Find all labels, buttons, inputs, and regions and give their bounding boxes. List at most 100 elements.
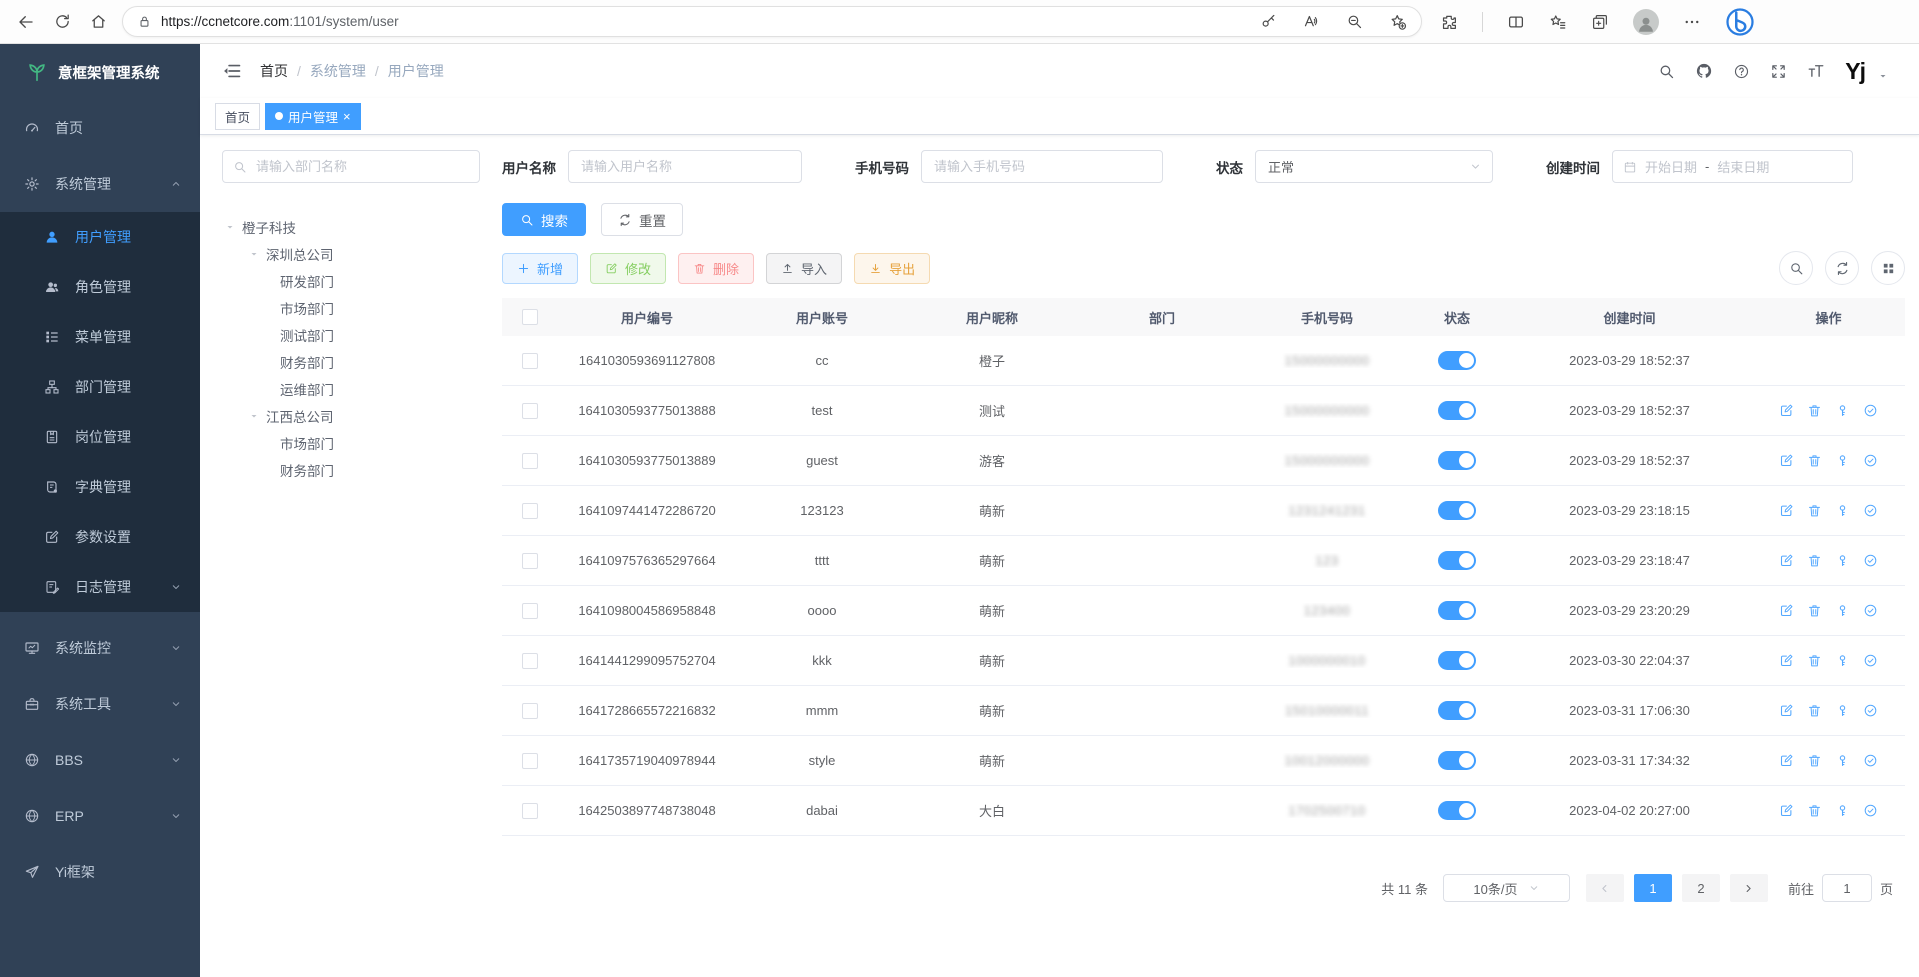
status-toggle[interactable] <box>1438 651 1476 670</box>
user-avatar[interactable]: Yj <box>1845 60 1865 83</box>
row-edit-icon[interactable] <box>1779 703 1794 718</box>
sidebar-item-home[interactable]: 首页 <box>0 100 200 156</box>
goto-page-input[interactable] <box>1822 874 1872 902</box>
select-all-checkbox[interactable] <box>522 309 538 325</box>
sidebar-item-param-settings[interactable]: 参数设置 <box>0 512 200 562</box>
username-input[interactable] <box>579 158 791 175</box>
row-assign-role-icon[interactable] <box>1863 553 1878 568</box>
browser-back-button[interactable] <box>8 5 44 39</box>
tree-node[interactable]: 财务部门 <box>222 456 480 483</box>
row-checkbox[interactable] <box>522 453 538 469</box>
sidebar-item-dept-management[interactable]: 部门管理 <box>0 362 200 412</box>
breadcrumb-home[interactable]: 首页 <box>260 61 288 81</box>
sidebar-item-dict-management[interactable]: 字典管理 <box>0 462 200 512</box>
font-size-icon[interactable] <box>1807 62 1825 80</box>
status-select[interactable]: 正常 <box>1255 150 1493 183</box>
row-reset-password-icon[interactable] <box>1835 753 1850 768</box>
delete-button[interactable]: 删除 <box>678 253 754 284</box>
row-reset-password-icon[interactable] <box>1835 603 1850 618</box>
tree-expand-icon[interactable] <box>248 248 260 260</box>
address-bar[interactable]: https://ccnetcore.com:1101/system/user <box>122 6 1422 37</box>
help-icon[interactable] <box>1733 63 1750 80</box>
tag-user-management[interactable]: 用户管理 × <box>265 103 361 130</box>
row-checkbox[interactable] <box>522 753 538 769</box>
row-checkbox[interactable] <box>522 603 538 619</box>
row-delete-icon[interactable] <box>1807 453 1822 468</box>
read-aloud-icon[interactable] <box>1303 13 1320 30</box>
row-delete-icon[interactable] <box>1807 703 1822 718</box>
tag-home[interactable]: 首页 <box>215 103 260 130</box>
row-delete-icon[interactable] <box>1807 403 1822 418</box>
collections-icon[interactable] <box>1591 13 1609 31</box>
row-edit-icon[interactable] <box>1779 403 1794 418</box>
sidebar-item-system-monitor[interactable]: 系统监控 <box>0 620 200 676</box>
next-page-button[interactable] <box>1730 874 1768 902</box>
sidebar-item-log-management[interactable]: 日志管理 <box>0 562 200 612</box>
column-settings-button[interactable] <box>1871 251 1905 285</box>
fullscreen-icon[interactable] <box>1770 63 1787 80</box>
row-reset-password-icon[interactable] <box>1835 803 1850 818</box>
sidebar-item-system-tools[interactable]: 系统工具 <box>0 676 200 732</box>
row-delete-icon[interactable] <box>1807 653 1822 668</box>
row-edit-icon[interactable] <box>1779 753 1794 768</box>
row-edit-icon[interactable] <box>1779 653 1794 668</box>
tree-node[interactable]: 财务部门 <box>222 348 480 375</box>
add-favorite-icon[interactable] <box>1389 13 1407 31</box>
password-icon[interactable] <box>1260 13 1277 30</box>
row-delete-icon[interactable] <box>1807 753 1822 768</box>
row-edit-icon[interactable] <box>1779 803 1794 818</box>
row-delete-icon[interactable] <box>1807 803 1822 818</box>
sidebar-item-system-management[interactable]: 系统管理 <box>0 156 200 212</box>
page-size-select[interactable]: 10条/页 <box>1443 874 1570 902</box>
sidebar-item-erp[interactable]: ERP <box>0 788 200 844</box>
favorites-icon[interactable] <box>1549 13 1567 31</box>
row-delete-icon[interactable] <box>1807 553 1822 568</box>
app-logo[interactable]: 意框架管理系统 <box>0 44 200 100</box>
split-screen-icon[interactable] <box>1507 13 1525 31</box>
tree-node[interactable]: 江西总公司 <box>222 402 480 429</box>
row-assign-role-icon[interactable] <box>1863 703 1878 718</box>
row-edit-icon[interactable] <box>1779 603 1794 618</box>
refresh-table-button[interactable] <box>1825 251 1859 285</box>
dept-search-input[interactable] <box>254 158 469 175</box>
import-button[interactable]: 导入 <box>766 253 842 284</box>
page-button-1[interactable]: 1 <box>1634 874 1672 902</box>
tree-node[interactable]: 测试部门 <box>222 321 480 348</box>
row-assign-role-icon[interactable] <box>1863 753 1878 768</box>
browser-menu-icon[interactable] <box>1683 13 1701 31</box>
search-button[interactable]: 搜索 <box>502 203 586 236</box>
github-icon[interactable] <box>1695 62 1713 80</box>
sidebar-item-bbs[interactable]: BBS <box>0 732 200 788</box>
row-assign-role-icon[interactable] <box>1863 803 1878 818</box>
tree-expand-icon[interactable] <box>224 221 236 233</box>
status-toggle[interactable] <box>1438 501 1476 520</box>
zoom-out-icon[interactable] <box>1346 13 1363 30</box>
row-reset-password-icon[interactable] <box>1835 403 1850 418</box>
row-checkbox[interactable] <box>522 653 538 669</box>
reset-button[interactable]: 重置 <box>601 203 683 236</box>
tree-node[interactable]: 橙子科技 <box>222 213 480 240</box>
row-assign-role-icon[interactable] <box>1863 453 1878 468</box>
add-button[interactable]: 新增 <box>502 253 578 284</box>
tree-node[interactable]: 研发部门 <box>222 267 480 294</box>
sidebar-item-post-management[interactable]: 岗位管理 <box>0 412 200 462</box>
row-delete-icon[interactable] <box>1807 503 1822 518</box>
row-checkbox[interactable] <box>522 553 538 569</box>
tree-node[interactable]: 市场部门 <box>222 429 480 456</box>
date-range-picker[interactable]: 开始日期 - 结束日期 <box>1612 150 1853 183</box>
row-edit-icon[interactable] <box>1779 503 1794 518</box>
row-assign-role-icon[interactable] <box>1863 653 1878 668</box>
page-button-2[interactable]: 2 <box>1682 874 1720 902</box>
tree-node[interactable]: 深圳总公司 <box>222 240 480 267</box>
status-toggle[interactable] <box>1438 801 1476 820</box>
status-toggle[interactable] <box>1438 551 1476 570</box>
row-delete-icon[interactable] <box>1807 603 1822 618</box>
row-reset-password-icon[interactable] <box>1835 453 1850 468</box>
browser-home-button[interactable] <box>80 5 116 39</box>
row-checkbox[interactable] <box>522 803 538 819</box>
row-edit-icon[interactable] <box>1779 553 1794 568</box>
row-checkbox[interactable] <box>522 403 538 419</box>
tree-expand-icon[interactable] <box>248 410 260 422</box>
tree-node[interactable]: 运维部门 <box>222 375 480 402</box>
row-assign-role-icon[interactable] <box>1863 403 1878 418</box>
